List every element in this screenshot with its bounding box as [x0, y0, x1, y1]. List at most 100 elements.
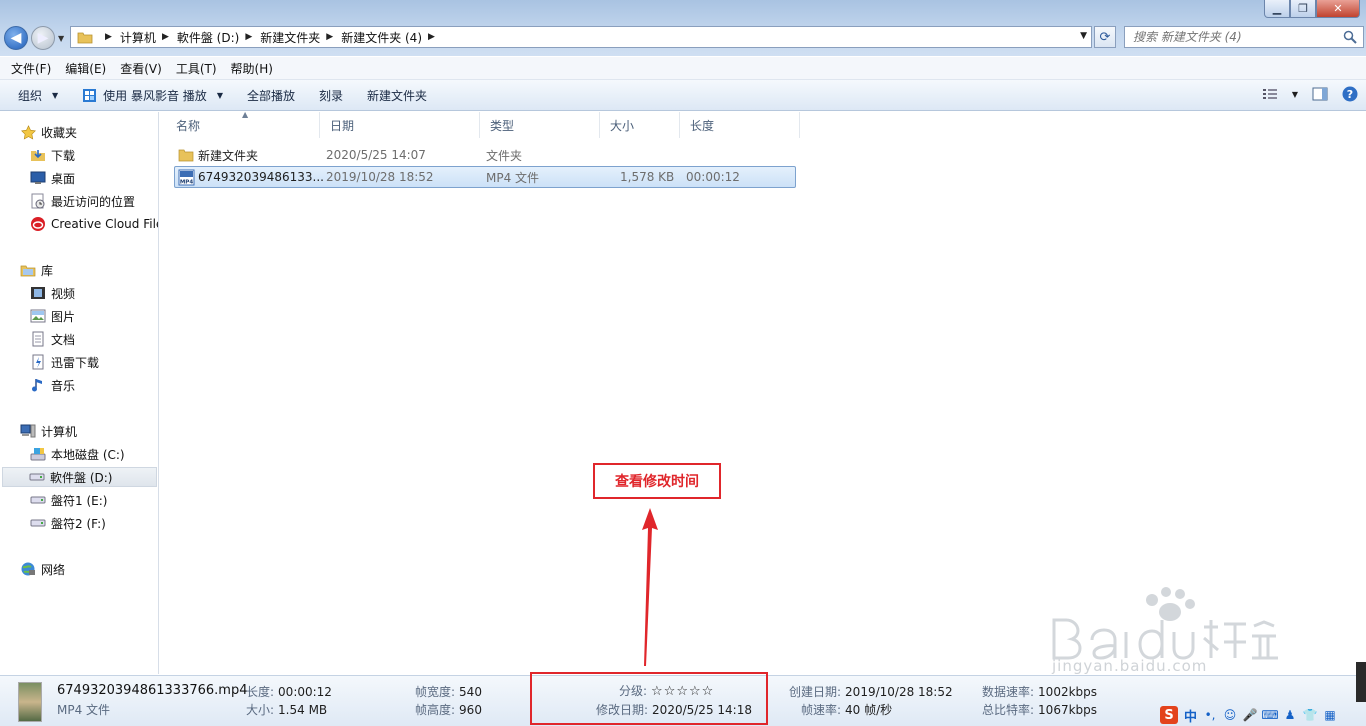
maximize-button[interactable]: ❐	[1290, 0, 1316, 18]
nav-item-drive-f[interactable]: 盤符2 (F:)	[30, 513, 106, 533]
nav-item-thunder-downloads[interactable]: 迅雷下载	[30, 352, 99, 372]
details-data-rate: 数据速率: 1002kbps	[982, 685, 1098, 699]
toolbox-icon[interactable]: ▦	[1323, 708, 1337, 722]
back-button[interactable]: ◀	[4, 26, 28, 50]
annotation-highlight-box	[530, 672, 768, 725]
nav-network[interactable]: 网络	[20, 559, 65, 579]
nav-item-label: 最近访问的位置	[51, 194, 136, 209]
computer-icon	[20, 423, 36, 439]
nav-item-desktop[interactable]: 桌面	[30, 168, 75, 188]
nav-item-pictures[interactable]: 图片	[30, 306, 75, 326]
menu-view[interactable]: 查看(V)	[113, 60, 169, 77]
help-icon[interactable]: ?	[1342, 86, 1358, 102]
play-with-label: 使用 暴风影音 播放	[103, 88, 207, 103]
column-size[interactable]: 大小	[600, 112, 680, 138]
nav-favorites-label: 收藏夹	[41, 125, 78, 140]
details-length: 长度: 00:00:12	[246, 685, 332, 699]
details-created-date: 创建日期: 2019/10/28 18:52	[789, 685, 953, 699]
column-type-label: 类型	[490, 118, 515, 133]
annotation-arrow-icon	[642, 508, 658, 666]
burn-label: 刻录	[318, 88, 343, 103]
file-date: 2019/10/28 18:52	[326, 170, 434, 184]
forward-button[interactable]: ▶	[31, 26, 55, 50]
menu-tools[interactable]: 工具(T)	[169, 60, 224, 77]
navigation-pane: 收藏夹 下载 桌面 最近访问的位置 Creative Cloud Files 库…	[0, 112, 159, 674]
file-row-selected[interactable]: MP4 674932039486133... 2019/10/28 18:52 …	[174, 166, 796, 188]
view-dropdown-icon[interactable]: ▼	[1292, 90, 1298, 99]
menu-edit[interactable]: 编辑(E)	[58, 60, 113, 77]
command-bar: 组织 ▼ 使用 暴风影音 播放 ▼ 全部播放 刻录 新建文件夹 ▼ ?	[0, 80, 1366, 111]
punctuation-icon[interactable]: •,	[1203, 708, 1217, 722]
new-folder-button[interactable]: 新建文件夹	[355, 80, 439, 110]
nav-computer[interactable]: 计算机	[20, 421, 77, 441]
column-type[interactable]: 类型	[480, 112, 600, 138]
search-box[interactable]	[1124, 26, 1364, 48]
star-icon	[20, 124, 36, 140]
video-thumbnail	[18, 682, 42, 722]
menu-help[interactable]: 帮助(H)	[224, 60, 280, 77]
refresh-button[interactable]: ⟳	[1094, 26, 1116, 48]
address-bar[interactable]: ▶ 计算机 ▶ 軟件盤 (D:) ▶ 新建文件夹 ▶ 新建文件夹 (4) ▶ ▼	[70, 26, 1092, 48]
screen-edge-scrollbar	[1356, 662, 1366, 702]
file-name: 674932039486133...	[198, 170, 324, 184]
nav-item-music[interactable]: 音乐	[30, 375, 75, 395]
nav-item-label: 图片	[51, 309, 76, 324]
video-library-icon	[30, 285, 46, 301]
nav-item-recent-places[interactable]: 最近访问的位置	[30, 191, 135, 211]
nav-item-drive-e[interactable]: 盤符1 (E:)	[30, 490, 107, 510]
window-controls: ▁ ❐ ✕	[1264, 0, 1360, 18]
change-view-icon[interactable]	[1262, 87, 1278, 101]
breadcrumb-new-folder-4[interactable]: 新建文件夹 (4) ▶	[341, 29, 443, 46]
ime-mode-label[interactable]: 中	[1184, 706, 1197, 725]
nav-item-documents[interactable]: 文档	[30, 329, 75, 349]
play-with-button[interactable]: 使用 暴风影音 播放 ▼	[70, 80, 235, 110]
nav-item-downloads[interactable]: 下载	[30, 145, 75, 165]
details-frame-width: 帧宽度: 540	[415, 685, 482, 699]
network-icon	[20, 561, 36, 577]
column-name[interactable]: 名称	[166, 112, 320, 138]
breadcrumb-computer[interactable]: 计算机 ▶	[120, 29, 177, 46]
system-drive-icon	[30, 446, 46, 462]
preview-pane-icon[interactable]	[1312, 87, 1328, 101]
play-all-button[interactable]: 全部播放	[235, 80, 307, 110]
nav-item-label: 軟件盤 (D:)	[50, 470, 113, 485]
nav-item-creative-cloud[interactable]: Creative Cloud Files	[30, 214, 159, 234]
column-date[interactable]: 日期	[320, 112, 480, 138]
nav-favorites[interactable]: 收藏夹	[20, 122, 77, 142]
breadcrumb-new-folder[interactable]: 新建文件夹 ▶	[260, 29, 341, 46]
nav-item-drive-d[interactable]: 軟件盤 (D:)	[2, 467, 157, 487]
emoji-icon[interactable]: ☺	[1223, 708, 1237, 722]
mp4-file-icon: MP4	[178, 167, 195, 187]
details-frame-rate: 帧速率: 40 帧/秒	[801, 703, 893, 717]
nav-item-videos[interactable]: 视频	[30, 283, 75, 303]
watermark-url: jingyan.baidu.com	[1052, 657, 1208, 675]
nav-libraries-label: 库	[41, 263, 54, 278]
nav-item-drive-c[interactable]: 本地磁盘 (C:)	[30, 444, 125, 464]
file-type: MP4 文件	[486, 170, 540, 185]
user-icon[interactable]: ♟	[1283, 708, 1297, 722]
column-header-row: ▲ 名称 日期 类型 大小 长度	[160, 110, 800, 138]
search-input[interactable]	[1133, 30, 1333, 44]
file-row[interactable]: 新建文件夹 2020/5/25 14:07 文件夹	[174, 144, 796, 166]
close-button[interactable]: ✕	[1316, 0, 1360, 18]
microphone-icon[interactable]: 🎤	[1243, 708, 1258, 722]
menu-file[interactable]: 文件(F)	[4, 60, 58, 77]
title-bar: ▁ ❐ ✕ ◀ ▶ ▼ ▶ 计算机 ▶ 軟件盤 (D:) ▶ 新建文件夹 ▶ 新建文件…	[0, 0, 1366, 56]
recent-pages-dropdown-icon[interactable]: ▼	[58, 34, 64, 43]
skin-icon[interactable]: 👕	[1303, 708, 1318, 722]
burn-button[interactable]: 刻录	[307, 80, 355, 110]
nav-item-label: Creative Cloud Files	[51, 217, 159, 231]
sogou-ime-icon[interactable]: S	[1160, 706, 1178, 724]
minimize-button[interactable]: ▁	[1264, 0, 1290, 18]
organize-button[interactable]: 组织 ▼	[0, 80, 70, 110]
desktop-icon	[30, 170, 46, 186]
column-name-label: 名称	[176, 118, 201, 133]
file-length: 00:00:12	[686, 170, 740, 184]
address-dropdown-icon[interactable]: ▼	[1080, 31, 1087, 41]
nav-libraries[interactable]: 库	[20, 260, 53, 280]
keyboard-icon[interactable]: ⌨	[1261, 708, 1278, 722]
breadcrumb-drive-d[interactable]: 軟件盤 (D:) ▶	[177, 29, 260, 46]
nav-item-label: 盤符2 (F:)	[51, 516, 106, 531]
column-length[interactable]: 长度	[680, 112, 800, 138]
menu-bar: 文件(F) 编辑(E) 查看(V) 工具(T) 帮助(H)	[0, 57, 1366, 80]
